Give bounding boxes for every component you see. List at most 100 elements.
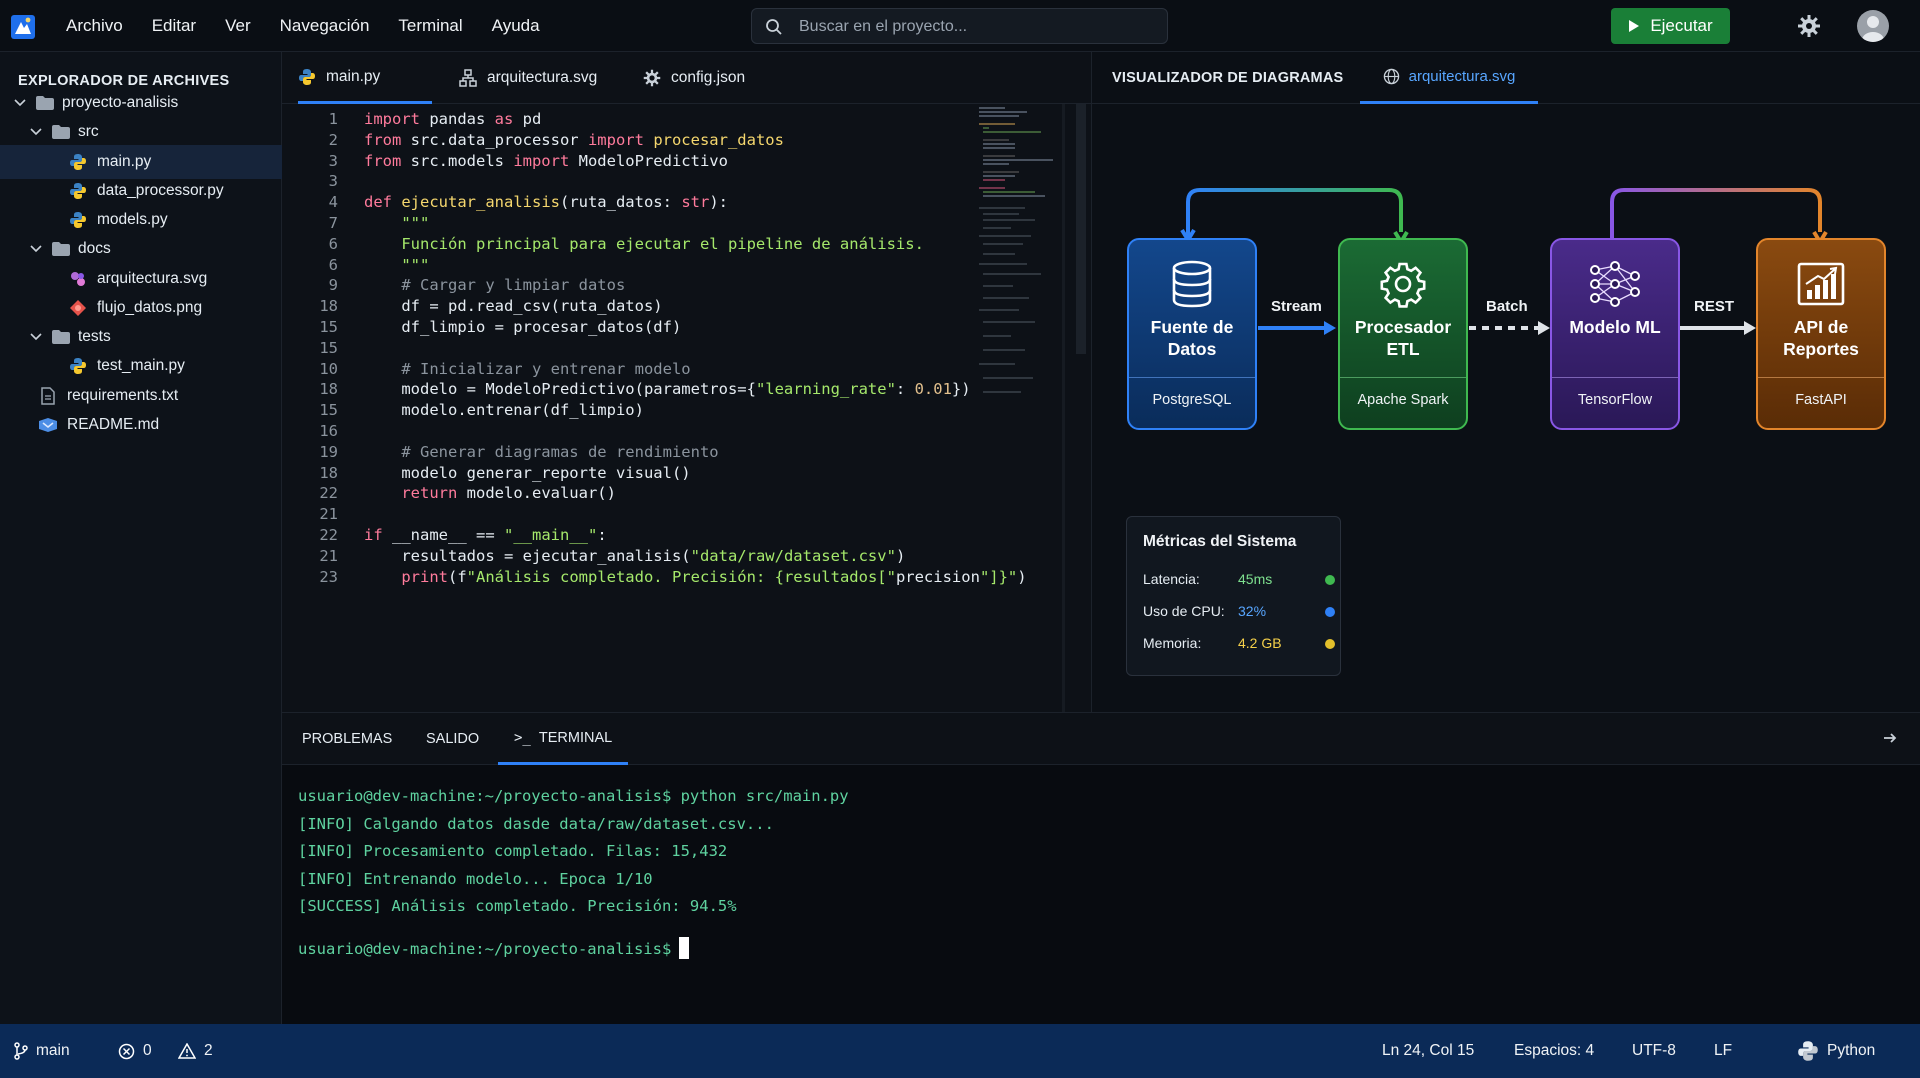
terminal-cursor bbox=[679, 937, 690, 959]
warning-icon bbox=[178, 1043, 196, 1059]
code-line: modelo.entrenar(df_limpio) bbox=[364, 401, 644, 420]
play-icon bbox=[1629, 20, 1640, 32]
line-number: 3 bbox=[328, 151, 338, 170]
node-subtitle: Apache Spark bbox=[1357, 392, 1449, 408]
search-icon bbox=[766, 19, 782, 35]
node-modelo-ml[interactable]: Modelo ML TensorFlow bbox=[1550, 238, 1680, 430]
node-subtitle: TensorFlow bbox=[1577, 392, 1653, 408]
branch-name: main bbox=[36, 1042, 70, 1059]
tree-item-docs[interactable]: docs bbox=[0, 232, 282, 266]
tree-item-label: proyecto-analisis bbox=[62, 94, 179, 111]
line-number: 6 bbox=[328, 234, 338, 253]
node-title: Fuente de Datos bbox=[1150, 317, 1234, 359]
tree-item-readme-md[interactable]: README.md bbox=[0, 408, 282, 442]
tab-label: config.json bbox=[671, 69, 746, 86]
chevron-down-icon bbox=[14, 99, 26, 107]
markdown-icon bbox=[39, 418, 57, 432]
editor-tab-bar: main.py arquitectura.svg config.json bbox=[282, 52, 1091, 104]
tab-label: TERMINAL bbox=[538, 729, 613, 746]
terminal-prompt-line[interactable]: usuario@dev-machine:~/proyecto-analisis$ bbox=[298, 937, 690, 959]
terminal-line: usuario@dev-machine:~/proyecto-analisis$… bbox=[298, 787, 849, 805]
menu-editar[interactable]: Editar bbox=[152, 16, 196, 36]
metric-label: Memoria: bbox=[1143, 635, 1202, 651]
menu-navegacion[interactable]: Navegación bbox=[280, 16, 370, 36]
code-line: from src.data_processor import procesar_… bbox=[364, 130, 784, 149]
line-number: 16 bbox=[319, 422, 338, 440]
python-icon bbox=[70, 212, 86, 228]
line-number: 15 bbox=[319, 338, 338, 357]
minimap[interactable] bbox=[975, 104, 1060, 404]
code-line: if __name__ == "__main__": bbox=[364, 526, 607, 544]
warning-count-value: 2 bbox=[204, 1042, 213, 1059]
metric-memory: Memoria: 4.2 GB bbox=[1143, 635, 1335, 655]
cursor-position[interactable]: Ln 24, Col 15 bbox=[1382, 1024, 1474, 1078]
feedback-arc-api bbox=[1610, 188, 1822, 238]
line-number: 18 bbox=[319, 463, 338, 482]
user-avatar[interactable] bbox=[1857, 10, 1889, 42]
error-count[interactable]: 0 bbox=[118, 1024, 152, 1078]
git-branch[interactable]: main bbox=[14, 1024, 70, 1078]
line-number: 21 bbox=[319, 546, 338, 565]
menu-archivo[interactable]: Archivo bbox=[66, 16, 123, 36]
line-number: 22 bbox=[319, 484, 338, 503]
node-fuente-de-datos[interactable]: Fuente de Datos PostgreSQL bbox=[1127, 238, 1257, 430]
code-editor[interactable]: 1 import pandas as pd 2 from src.data_proce… bbox=[282, 104, 1091, 712]
search-input[interactable]: Buscar en el proyecto... bbox=[751, 8, 1168, 44]
menu-ayuda[interactable]: Ayuda bbox=[492, 16, 540, 36]
run-button[interactable]: Ejecutar bbox=[1611, 8, 1730, 44]
diagram-viewer: VISUALIZADOR DE DIAGRAMAS arquitectura.s… bbox=[1091, 52, 1920, 712]
terminal-prompt: usuario@dev-machine:~/proyecto-analisis$ bbox=[298, 940, 672, 958]
terminal-line: [SUCCESS] Análisis completado. Precisión… bbox=[298, 897, 737, 915]
folder-icon bbox=[52, 330, 70, 344]
node-title: Procesador ETL bbox=[1354, 317, 1452, 359]
metric-value: 45ms bbox=[1238, 571, 1273, 587]
tree-item-test-main-py[interactable]: test_main.py bbox=[0, 349, 282, 383]
python-icon bbox=[299, 68, 315, 85]
tree-item-label: test_main.py bbox=[97, 357, 185, 374]
node-procesador-etl[interactable]: Procesador ETL Apache Spark bbox=[1338, 238, 1468, 430]
warning-count[interactable]: 2 bbox=[178, 1024, 213, 1078]
code-line: return modelo.evaluar() bbox=[401, 484, 616, 503]
menu-bar: Archivo Editar Ver Navegación Terminal A… bbox=[66, 0, 569, 52]
git-branch-icon bbox=[14, 1042, 28, 1060]
terminal-line: [INFO] Entrenando modelo... Epoca 1/10 bbox=[298, 870, 653, 888]
search-placeholder: Buscar en el proyecto... bbox=[799, 18, 968, 35]
python-icon bbox=[70, 358, 86, 374]
menu-terminal[interactable]: Terminal bbox=[398, 16, 462, 36]
tree-item-src[interactable]: src bbox=[0, 115, 282, 149]
editor-scrollbar[interactable] bbox=[1076, 104, 1086, 354]
line-ending[interactable]: LF bbox=[1714, 1024, 1732, 1078]
code-line: df_limpio = procesar_datos(df) bbox=[364, 318, 682, 336]
tree-item-label: tests bbox=[78, 328, 111, 345]
line-number: 15 bbox=[319, 318, 338, 336]
line-number: 18 bbox=[319, 380, 338, 399]
line-number: 9 bbox=[328, 276, 338, 295]
indentation[interactable]: Espacios: 4 bbox=[1514, 1024, 1594, 1078]
encoding[interactable]: UTF-8 bbox=[1632, 1024, 1676, 1078]
tab-problemas[interactable]: PROBLEMAS bbox=[302, 713, 392, 765]
connector-label-batch: Batch bbox=[1486, 298, 1528, 315]
settings-gear-icon[interactable] bbox=[1797, 14, 1821, 38]
connector-label-stream: Stream bbox=[1271, 298, 1322, 315]
top-bar: Archivo Editar Ver Navegación Terminal A… bbox=[0, 0, 1920, 52]
code-line: """ bbox=[364, 214, 430, 232]
python-icon bbox=[1798, 1041, 1818, 1061]
language-mode[interactable]: Python bbox=[1797, 1024, 1875, 1078]
metric-value: 4.2 GB bbox=[1238, 635, 1282, 651]
gear-icon bbox=[1380, 262, 1426, 308]
tree-item-label: docs bbox=[78, 240, 111, 257]
folder-icon bbox=[52, 125, 70, 139]
tab-main-py[interactable]: main.py bbox=[298, 52, 432, 104]
menu-ver[interactable]: Ver bbox=[225, 16, 251, 36]
tab-arquitectura-svg[interactable]: arquitectura.svg bbox=[459, 52, 597, 104]
arrow-right-icon[interactable] bbox=[1882, 730, 1898, 746]
status-dot-blue bbox=[1325, 607, 1335, 617]
tab-terminal[interactable]: >_ TERMINAL bbox=[498, 713, 629, 765]
folder-icon bbox=[36, 96, 54, 110]
node-api-de-reportes[interactable]: API de Reportes FastAPI bbox=[1756, 238, 1886, 430]
tab-salido[interactable]: SALIDO bbox=[426, 713, 479, 765]
metrics-title: Métricas del Sistema bbox=[1143, 533, 1297, 550]
tab-config-json[interactable]: config.json bbox=[643, 52, 745, 104]
node-subtitle: PostgreSQL bbox=[1152, 392, 1232, 408]
code-line: resultados = ejecutar_analisis("data/raw… bbox=[364, 546, 906, 565]
